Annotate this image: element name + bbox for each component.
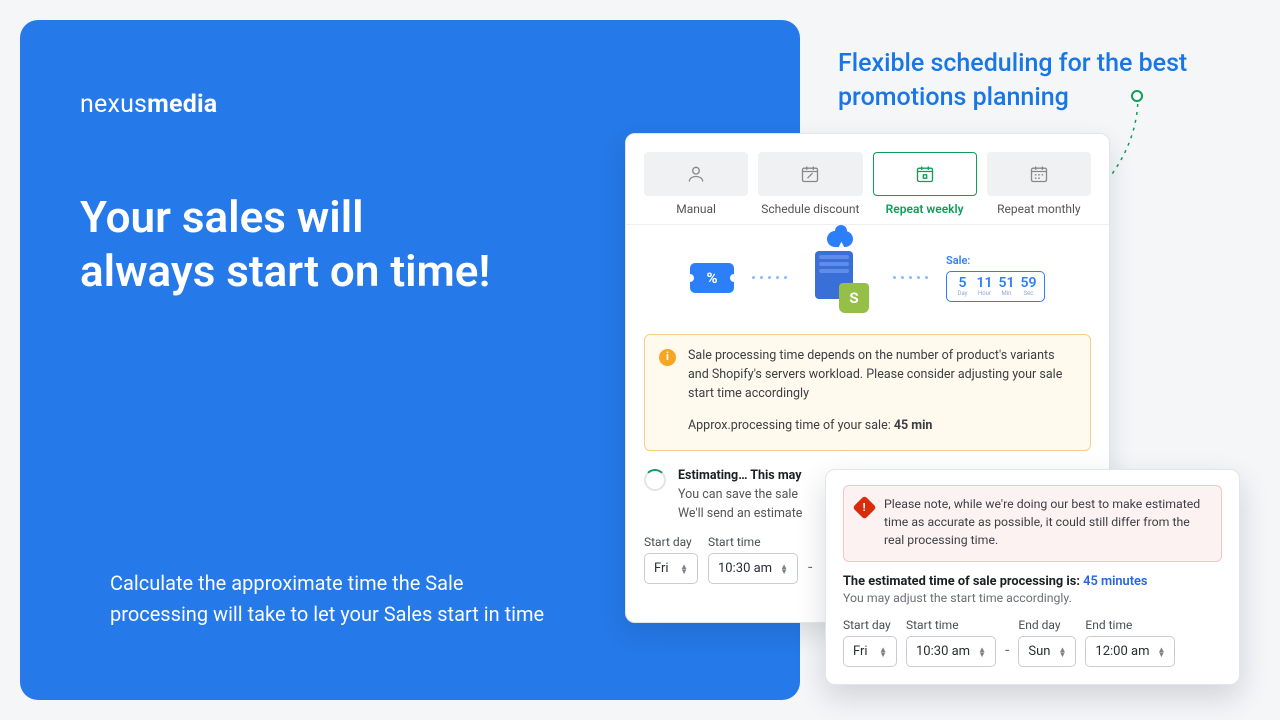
approx-time: Approx.processing time of your sale: 45 … xyxy=(688,417,1076,436)
estimating-line: You can save the sale xyxy=(678,487,798,502)
shopify-bag-icon: S xyxy=(839,283,869,313)
sale-label: Sale: xyxy=(946,254,970,267)
tab-label: Repeat monthly xyxy=(997,202,1080,216)
stepper-icon: ▲▼ xyxy=(1158,647,1166,657)
start-time-select[interactable]: 10:30 am▲▼ xyxy=(708,553,798,584)
info-icon: i xyxy=(659,349,676,366)
estimate-line: The estimated time of sale processing is… xyxy=(843,574,1222,589)
stepper-icon: ▲▼ xyxy=(680,564,688,574)
stepper-icon: ▲▼ xyxy=(879,647,887,657)
end-day-label: End day xyxy=(1018,618,1076,632)
logo-bold: media xyxy=(147,90,217,119)
discount-ticket-icon: % xyxy=(690,263,734,293)
dots-icon xyxy=(752,276,787,279)
start-day-label: Start day xyxy=(644,535,698,549)
stepper-icon: ▲▼ xyxy=(780,564,788,574)
week-calendar-icon xyxy=(915,164,935,184)
popup-schedule-inputs: Start day Fri▲▼ Start time 10:30 am▲▼ - … xyxy=(843,618,1222,667)
process-illustration: % ▲ S Sale: 5Day 11Hour 51Min 59Sec xyxy=(626,225,1109,320)
tab-label: Repeat weekly xyxy=(886,202,964,216)
estimate-sub: You may adjust the start time accordingl… xyxy=(843,592,1222,606)
warning-text: Please note, while we're doing our best … xyxy=(884,497,1209,550)
discount-calendar-icon xyxy=(800,164,820,184)
tab-repeat-weekly[interactable]: Repeat weekly xyxy=(873,148,977,216)
processing-time-alert: i Sale processing time depends on the nu… xyxy=(644,334,1091,451)
tab-repeat-monthly[interactable]: Repeat monthly xyxy=(987,148,1091,216)
dots-icon xyxy=(893,276,928,279)
server-cloud-icon: ▲ S xyxy=(805,243,875,313)
estimate-popup: ! Please note, while we're doing our bes… xyxy=(825,469,1240,685)
schedule-tabs: Manual Schedule discount Repeat weekly R… xyxy=(626,134,1109,225)
alert-diamond-icon: ! xyxy=(852,495,876,519)
start-time-select[interactable]: 10:30 am▲▼ xyxy=(906,636,996,667)
tab-schedule-discount[interactable]: Schedule discount xyxy=(758,148,862,216)
start-time-label: Start time xyxy=(708,535,798,549)
promo-title: Flexible scheduling for the best promoti… xyxy=(838,47,1280,115)
accuracy-warning: ! Please note, while we're doing our bes… xyxy=(843,485,1222,562)
tab-manual[interactable]: Manual xyxy=(644,148,748,216)
tab-label: Schedule discount xyxy=(761,202,859,216)
estimating-title: Estimating… This may xyxy=(678,467,802,486)
sale-countdown: Sale: 5Day 11Hour 51Min 59Sec xyxy=(946,254,1045,302)
user-icon xyxy=(686,164,706,184)
stepper-icon: ▲▼ xyxy=(1059,647,1067,657)
end-time-select[interactable]: 12:00 am▲▼ xyxy=(1085,636,1175,667)
subheading: Calculate the approximate time the Sale … xyxy=(110,568,550,630)
range-separator: - xyxy=(1005,640,1009,667)
end-day-select[interactable]: Sun▲▼ xyxy=(1018,636,1076,667)
countdown-timer: 5Day 11Hour 51Min 59Sec xyxy=(946,271,1045,302)
headline: Your sales will always start on time! xyxy=(80,191,500,298)
logo-light: nexus xyxy=(80,90,147,119)
stepper-icon: ▲▼ xyxy=(978,647,986,657)
alert-text: Sale processing time depends on the numb… xyxy=(688,348,1062,401)
start-time-label: Start time xyxy=(906,618,996,632)
logo: nexusmedia xyxy=(80,90,740,119)
start-day-label: Start day xyxy=(843,618,897,632)
spinner-icon xyxy=(644,469,666,491)
connector-dot-icon xyxy=(1131,90,1143,102)
month-calendar-icon xyxy=(1029,164,1049,184)
start-day-select[interactable]: Fri▲▼ xyxy=(644,553,698,584)
estimating-line: We'll send an estimate xyxy=(678,506,802,521)
range-separator: - xyxy=(808,557,812,584)
end-time-label: End time xyxy=(1085,618,1175,632)
start-day-select[interactable]: Fri▲▼ xyxy=(843,636,897,667)
tab-label: Manual xyxy=(676,202,716,216)
